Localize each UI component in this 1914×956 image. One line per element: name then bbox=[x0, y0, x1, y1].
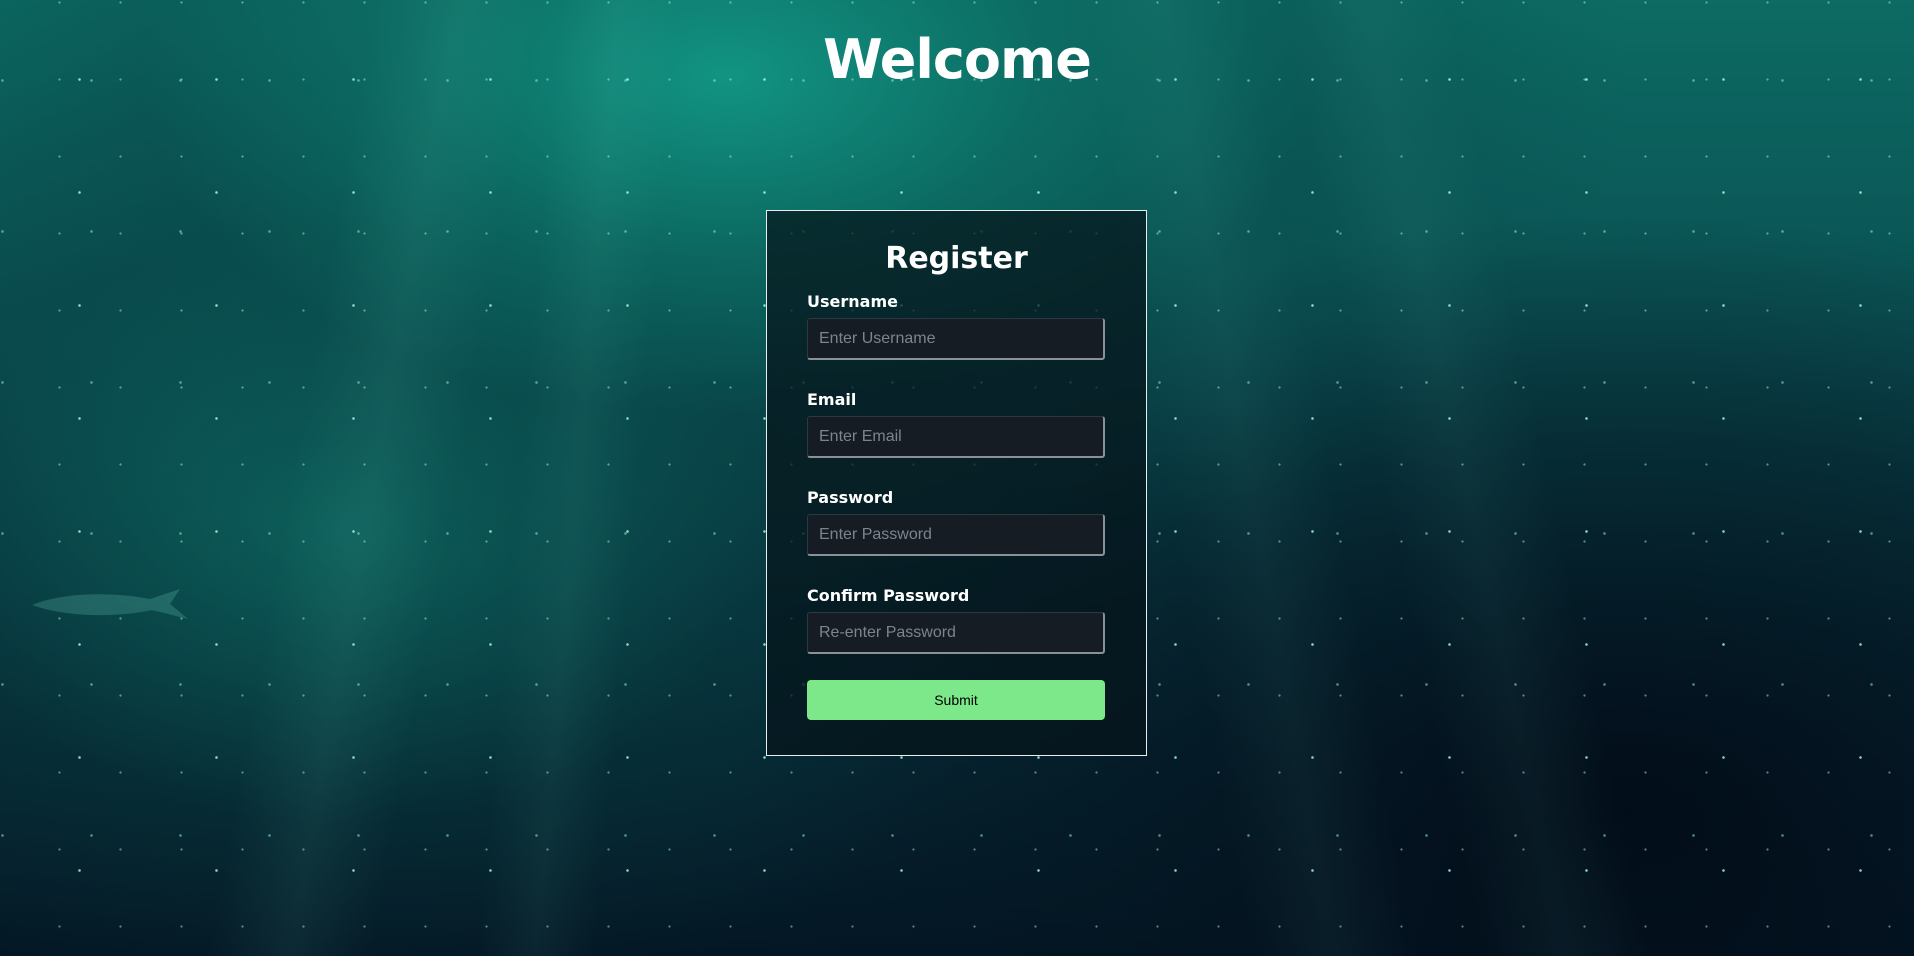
username-input[interactable] bbox=[807, 318, 1105, 360]
register-title: Register bbox=[885, 241, 1028, 276]
email-input[interactable] bbox=[807, 416, 1105, 458]
password-label: Password bbox=[807, 488, 894, 507]
confirm-password-label: Confirm Password bbox=[807, 586, 970, 605]
register-form: Register Username Email Password Confirm… bbox=[766, 210, 1147, 756]
username-field-group: Username bbox=[807, 292, 1106, 360]
page-title: Welcome bbox=[823, 28, 1092, 91]
confirm-password-input[interactable] bbox=[807, 612, 1105, 654]
email-label: Email bbox=[807, 390, 857, 409]
email-field-group: Email bbox=[807, 390, 1106, 458]
confirm-password-field-group: Confirm Password bbox=[807, 586, 1106, 654]
submit-button[interactable]: Submit bbox=[807, 680, 1105, 720]
password-input[interactable] bbox=[807, 514, 1105, 556]
fish-silhouette bbox=[32, 589, 188, 619]
password-field-group: Password bbox=[807, 488, 1106, 556]
username-label: Username bbox=[807, 292, 898, 311]
